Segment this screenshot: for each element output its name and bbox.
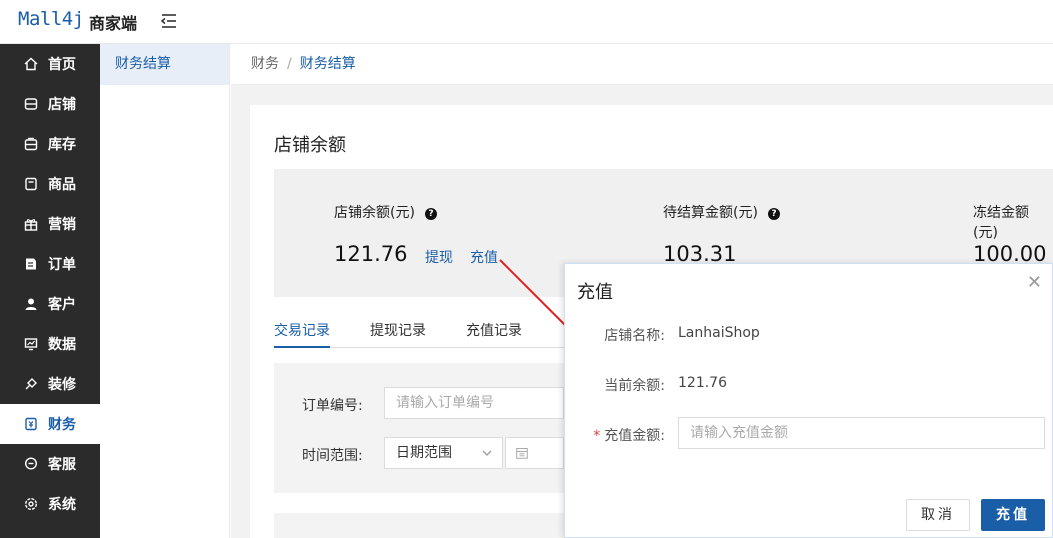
current-balance-label: 当前余额: [604,378,665,394]
sidebar-item-label: 商品 [48,177,76,193]
pending-amount-label-text: 待结算金额(元) [663,205,758,221]
dialog-title: 充值 [577,282,613,303]
recharge-amount-label-text: 充值金额: [604,428,665,444]
pending-amount-label: 待结算金额(元)? [663,202,780,222]
sidebar-item-product[interactable]: 商品 [0,164,100,204]
shop-balance-value: 121.76 [334,242,408,266]
settings-icon [23,496,39,512]
sidebar-item-label: 首页 [48,57,76,73]
sidebar-item-order[interactable]: 订单 [0,244,100,284]
breadcrumb-separator: / [287,56,292,72]
order-number-input[interactable]: 请输入订单编号 [384,387,564,419]
sidebar-item-system[interactable]: 系统 [0,484,100,524]
shop-icon [23,96,39,112]
breadcrumb-current: 财务结算 [299,56,356,72]
gift-icon [23,216,39,232]
sidebar-item-label: 客户 [48,297,76,313]
sidebar-item-label: 库存 [48,137,76,153]
data-icon [23,336,39,352]
current-balance-value: 121.76 [678,375,727,391]
sidebar-item-finance[interactable]: 财务 [0,404,100,444]
sidebar-item-data[interactable]: 数据 [0,324,100,364]
sidebar-item-label: 数据 [48,337,76,353]
close-icon[interactable]: ✕ [1027,274,1042,292]
finance-icon [23,416,39,432]
sidebar-item-home[interactable]: 首页 [0,44,100,84]
required-mark: * [593,428,601,444]
sidebar-item-decoration[interactable]: 装修 [0,364,100,404]
help-icon[interactable]: ? [424,208,437,220]
decor-icon [23,376,39,392]
sidebar-item-label: 客服 [48,457,76,473]
sub-navigation: 财务结算 [100,44,230,538]
frozen-amount-label: 冻结金额(元) [973,205,1029,241]
shop-name-label: 店铺名称: [604,328,665,344]
product-icon [23,176,39,192]
withdraw-link[interactable]: 提现 [425,247,453,267]
sidebar-item-service[interactable]: 客服 [0,444,100,484]
sidebar-item-label: 店铺 [48,97,76,113]
active-tab-indicator [274,346,330,348]
date-picker-input[interactable] [505,437,564,469]
sidebar-item-marketing[interactable]: 营销 [0,204,100,244]
sidebar-item-label: 财务 [48,417,76,433]
time-range-select-value: 日期范围 [396,445,452,461]
recharge-amount-input[interactable]: 请输入充值金额 [678,417,1045,449]
shop-balance-label: 店铺余额(元)? [334,202,437,222]
order-number-label: 订单编号: [302,398,363,414]
tab-transaction-records[interactable]: 交易记录 [274,320,330,340]
cancel-button[interactable]: 取消 [906,499,970,531]
help-icon[interactable]: ? [767,208,780,220]
recharge-link[interactable]: 充值 [470,247,498,267]
recharge-dialog: 充值 ✕ 店铺名称: LanhaiShop 当前余额: 121.76 * 充值金额… [564,263,1053,538]
menu-fold-icon[interactable] [160,12,178,30]
shop-balance-label-text: 店铺余额(元) [334,205,415,221]
home-icon [23,56,39,72]
table-header-strip [274,513,564,538]
shop-name-value: LanhaiShop [678,325,760,341]
top-header: Mall4j 商家端 [0,0,1053,44]
app-subtitle: 商家端 [89,14,138,33]
recharge-confirm-button[interactable]: 充值 [981,499,1045,531]
sidebar-item-label: 系统 [48,497,76,513]
sidebar-item-inventory[interactable]: 库存 [0,124,100,164]
sidebar-item-label: 装修 [48,377,76,393]
section-title: 店铺余额 [274,135,346,156]
user-icon [23,296,39,312]
time-range-select[interactable]: 日期范围 [384,437,503,469]
sidebar-item-label: 订单 [48,257,76,273]
breadcrumb: 财务 / 财务结算 [231,44,1053,85]
subnav-item-finance-settlement[interactable]: 财务结算 [100,44,229,85]
chevron-down-icon [482,450,492,456]
tab-withdraw-records[interactable]: 提现记录 [370,320,426,340]
main-sidebar: 首页 店铺 库存 商品 营销 订单 客户 数据 装修 财务 客服 系统 [0,44,100,538]
chat-icon [23,456,39,472]
inventory-icon [23,136,39,152]
breadcrumb-parent[interactable]: 财务 [251,56,279,72]
calendar-icon [516,448,528,459]
order-icon [23,256,39,272]
time-range-label: 时间范围: [302,448,363,464]
logo: Mall4j [18,8,84,30]
recharge-amount-label: * 充值金额: [565,425,665,445]
sidebar-item-shop[interactable]: 店铺 [0,84,100,124]
sidebar-item-customer[interactable]: 客户 [0,284,100,324]
filter-panel: 订单编号: 请输入订单编号 时间范围: 日期范围 [274,363,564,493]
sidebar-item-label: 营销 [48,217,76,233]
